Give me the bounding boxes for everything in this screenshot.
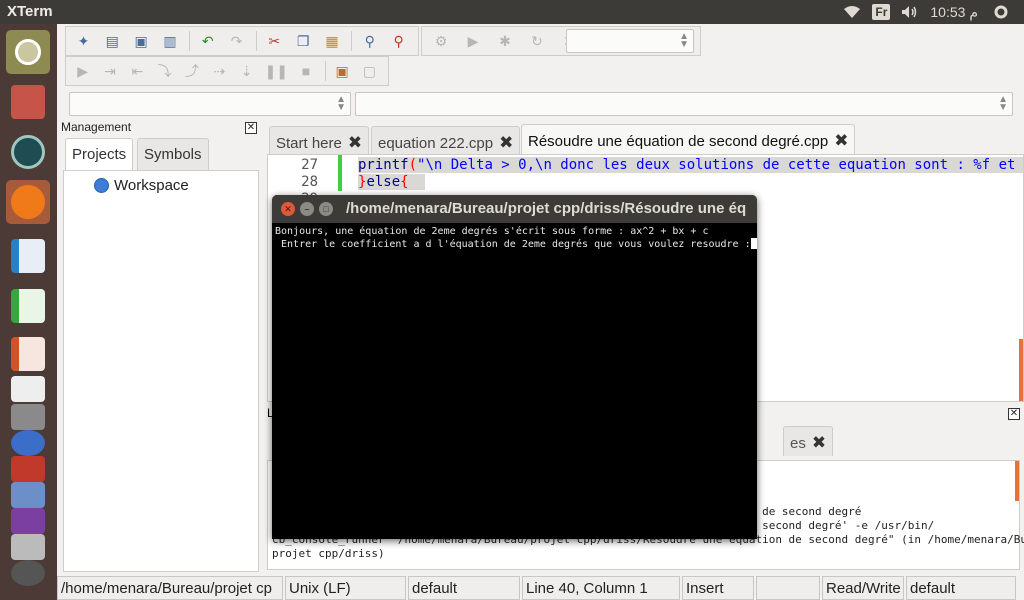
close-icon[interactable]: ✖	[499, 133, 513, 152]
main-toolbar: ✦ ▤ ▣ ▥ ↶ ↷ ✂ ❐ ▦ ⚲ ⚲	[65, 26, 419, 56]
workspace-label: Workspace	[114, 177, 189, 194]
change-bar	[338, 155, 342, 191]
projects-tree: Workspace	[63, 170, 259, 572]
debug-windows-icon[interactable]: ▣	[333, 60, 350, 82]
close-icon[interactable]: ✖	[834, 131, 848, 150]
step-instruction-icon[interactable]: ⇣	[238, 60, 255, 82]
management-title: Management	[61, 120, 132, 134]
debug-run-icon[interactable]: ▶	[74, 60, 91, 82]
rebuild-icon[interactable]: ↻	[526, 30, 548, 52]
status-mode: Insert	[682, 576, 754, 600]
wifi-icon[interactable]	[843, 5, 861, 19]
close-icon[interactable]: ✖	[348, 133, 362, 152]
step-into-icon[interactable]: ⤵	[156, 60, 173, 82]
amazon-icon[interactable]	[6, 374, 50, 404]
tab-equation-222[interactable]: equation 222.cpp ✖	[371, 126, 521, 155]
terminal-line: Bonjours, une équation de 2eme degrés s'…	[275, 226, 709, 237]
replace-icon[interactable]: ⚲	[389, 30, 408, 52]
build-target-select[interactable]: ▲ ▼	[566, 29, 694, 53]
open-icon[interactable]: ▤	[103, 30, 122, 52]
run-icon[interactable]: ▶	[462, 30, 484, 52]
terminal-line: Entrer le coefficient a d l'équation de …	[275, 238, 757, 250]
save-all-icon[interactable]: ▥	[161, 30, 180, 52]
top-panel: XTerm Fr 10:53 م	[0, 0, 1024, 24]
tab-resoudre-equation[interactable]: Résoudre une équation de second degré.cp…	[521, 124, 856, 155]
info-icon[interactable]: ▢	[361, 60, 378, 82]
log-line: projet cpp/driss)	[272, 547, 385, 560]
impress-icon[interactable]	[6, 332, 50, 376]
keyboard-layout-indicator[interactable]: Fr	[872, 4, 891, 20]
close-window-icon[interactable]: ✕	[281, 202, 295, 216]
minimize-window-icon[interactable]: –	[300, 202, 314, 216]
logs-tab[interactable]: es ✖	[783, 426, 834, 456]
find-icon[interactable]: ⚲	[360, 30, 379, 52]
clock[interactable]: 10:53 م	[930, 4, 978, 21]
status-bar: /home/menara/Bureau/projet cp Unix (LF) …	[57, 576, 1024, 600]
app-title: XTerm	[7, 3, 53, 20]
run-to-cursor-icon[interactable]: ⇥	[101, 60, 118, 82]
new-file-icon[interactable]: ✦	[74, 30, 93, 52]
undo-icon[interactable]: ↶	[198, 30, 217, 52]
cut-icon[interactable]: ✂	[265, 30, 284, 52]
maximize-window-icon[interactable]: □	[319, 202, 333, 216]
logs-close-icon[interactable]: ✕	[1008, 408, 1020, 420]
status-encoding: default	[408, 576, 520, 600]
step-out-icon[interactable]: ⤴	[183, 60, 200, 82]
terminal-cursor	[750, 238, 757, 249]
file-cabinet-icon[interactable]	[6, 80, 50, 124]
status-eol: Unix (LF)	[285, 576, 406, 600]
scroll-marker	[1015, 461, 1019, 501]
status-position: Line 40, Column 1	[522, 576, 680, 600]
status-blank	[756, 576, 820, 600]
line-number: 27	[301, 157, 318, 173]
terminal-output[interactable]: Bonjours, une équation de 2eme degrés s'…	[272, 223, 757, 539]
launcher	[0, 24, 57, 600]
workspace-icon	[94, 178, 109, 193]
scroll-marker	[1019, 339, 1023, 401]
status-lang: default	[906, 576, 1016, 600]
firefox-icon[interactable]	[6, 180, 50, 224]
xterm-titlebar[interactable]: ✕ – □ /home/menara/Bureau/projet cpp/dri…	[272, 195, 757, 223]
tab-symbols[interactable]: Symbols	[137, 138, 209, 170]
copy-icon[interactable]: ❐	[294, 30, 313, 52]
volume-icon[interactable]	[901, 5, 919, 19]
redo-icon[interactable]: ↷	[227, 30, 246, 52]
tab-start-here[interactable]: Start here ✖	[269, 126, 370, 155]
indicator-area: Fr 10:53 م	[843, 0, 1024, 24]
code-line: printf("\n Delta > 0,\n donc les deux so…	[358, 157, 1023, 173]
editor-tabs: Start here ✖ equation 222.cpp ✖ Résoudre u…	[269, 124, 1024, 155]
next-line-icon[interactable]: ⇤	[129, 60, 146, 82]
save-icon[interactable]: ▣	[132, 30, 151, 52]
build-toolbar: ⚙ ▶ ✱ ↻ ✕ ▲▼	[421, 26, 701, 56]
xterm-window[interactable]: ✕ – □ /home/menara/Bureau/projet cpp/dri…	[272, 195, 757, 539]
build-settings-icon[interactable]: ⚙	[430, 30, 452, 52]
calc-icon[interactable]	[6, 284, 50, 328]
ubuntu-dash-icon[interactable]	[6, 30, 50, 74]
status-access: Read/Write	[822, 576, 904, 600]
camera-icon[interactable]	[6, 130, 50, 174]
status-path: /home/menara/Bureau/projet cp	[57, 576, 283, 600]
close-icon[interactable]: ✖	[812, 433, 826, 452]
management-panel: Management ✕ Projects Symbols Workspace	[59, 120, 259, 572]
stop-icon[interactable]: ■	[297, 60, 314, 82]
gear-icon[interactable]	[989, 4, 1013, 20]
build-run-icon[interactable]: ✱	[494, 30, 516, 52]
management-close-icon[interactable]: ✕	[245, 122, 257, 134]
xterm-title: /home/menara/Bureau/projet cpp/driss/Rés…	[346, 200, 747, 217]
tab-projects[interactable]: Projects	[65, 138, 134, 171]
writer-icon[interactable]	[6, 234, 50, 278]
pause-icon[interactable]: ❚❚	[265, 60, 288, 82]
code-line: }else{	[358, 174, 426, 190]
function-select[interactable]: ▲ ▼	[355, 92, 1013, 116]
scope-select[interactable]: ▲ ▼	[69, 92, 351, 116]
next-instruction-icon[interactable]: ⇢	[211, 60, 228, 82]
stack-icon-5[interactable]	[6, 558, 50, 588]
line-number: 28	[301, 174, 318, 190]
debug-toolbar: ▶ ⇥ ⇤ ⤵ ⤴ ⇢ ⇣ ❚❚ ■ ▣ ▢	[65, 56, 389, 86]
workspace-node[interactable]: Workspace	[94, 177, 189, 194]
paste-icon[interactable]: ▦	[323, 30, 342, 52]
